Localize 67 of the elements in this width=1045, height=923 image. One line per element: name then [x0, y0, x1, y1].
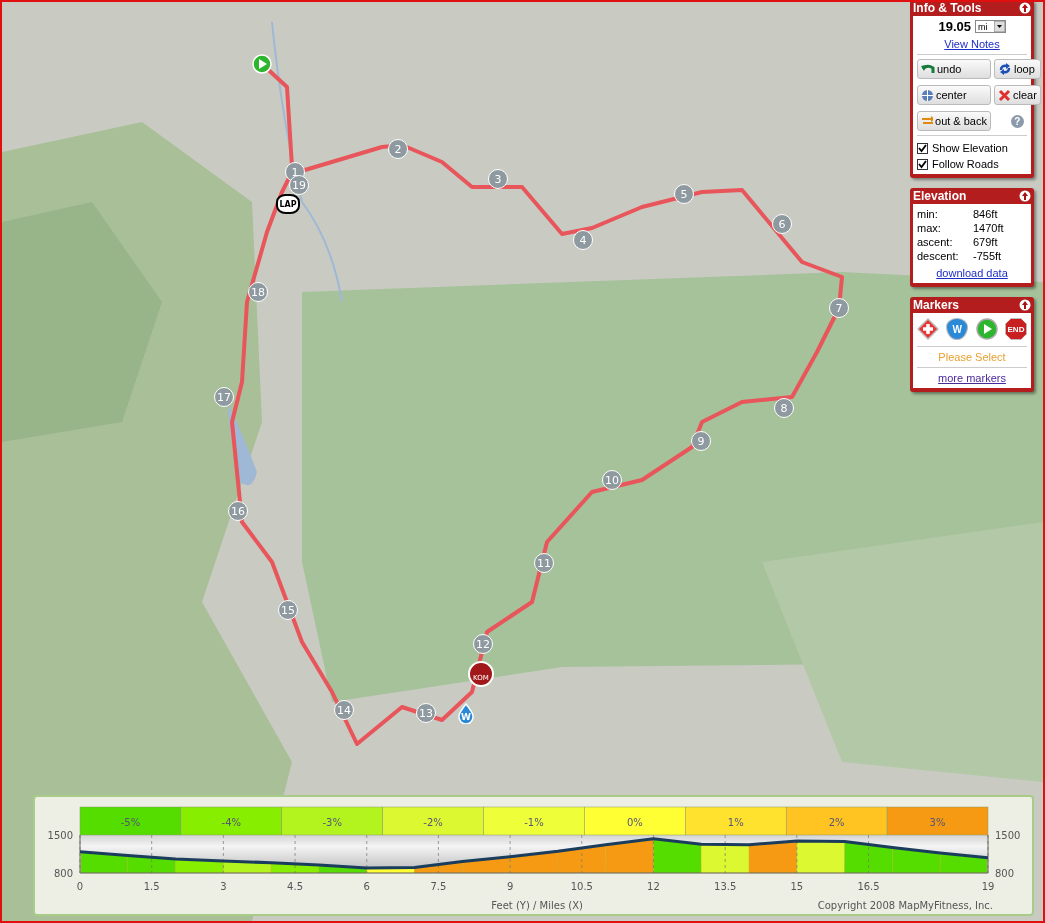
crosshair-icon — [921, 88, 934, 102]
loop-arrows-icon — [998, 63, 1012, 75]
grade-label: -2% — [423, 817, 443, 828]
checkbox[interactable] — [917, 158, 928, 170]
dropdown-caret-icon — [993, 21, 1005, 32]
undo-button[interactable]: undo — [917, 59, 991, 79]
marker-prompt: Please Select — [937, 351, 1007, 363]
x-tick-label: 13.5 — [714, 881, 737, 892]
first-aid-marker-icon[interactable] — [917, 318, 939, 340]
stat-label: max: — [917, 221, 942, 235]
more-markers-link[interactable]: more markers — [917, 372, 1027, 384]
distance-value: 19.05 — [938, 19, 971, 34]
stat-value: 1470ft — [973, 221, 1004, 235]
panel-title: Elevation — [913, 189, 967, 203]
x-icon — [998, 88, 1011, 102]
checkbox-row[interactable]: Show Elevation — [917, 140, 1027, 156]
grade-label: 3% — [929, 817, 946, 828]
y-tick-label: 800 — [995, 868, 1015, 879]
x-tick-label: 4.5 — [287, 881, 303, 892]
grade-label: -1% — [524, 817, 544, 828]
stat-label: ascent: — [917, 235, 954, 249]
x-tick-label: 1.5 — [143, 881, 160, 892]
x-tick-label: 12 — [647, 881, 660, 892]
x-tick-label: 6 — [363, 881, 370, 892]
checkbox[interactable] — [917, 142, 928, 154]
end-marker-button[interactable]: END — [1005, 318, 1027, 340]
x-tick-label: 15 — [790, 881, 804, 892]
x-tick-label: 9 — [506, 881, 514, 892]
lap-marker[interactable]: LAP — [276, 194, 300, 214]
grade-label: 1% — [727, 817, 744, 828]
copyright-text: Copyright 2008 MapMyFitness, Inc. — [817, 900, 993, 911]
x-tick-label: 19 — [981, 881, 995, 892]
y-tick-label: 1500 — [47, 830, 73, 841]
x-tick-label: 0 — [76, 881, 84, 892]
water-marker[interactable]: W — [457, 703, 475, 724]
center-button[interactable]: center — [917, 85, 991, 105]
stat-value: -755ft — [973, 249, 1002, 263]
x-tick-label: 16.5 — [857, 881, 880, 892]
start-marker-icon[interactable] — [975, 318, 998, 340]
grade-label: 2% — [828, 817, 845, 828]
x-tick-label: 3 — [220, 881, 227, 892]
y-tick-label: 800 — [53, 868, 73, 879]
stat-label: descent: — [917, 249, 960, 263]
view-notes-link[interactable]: View Notes — [917, 38, 1027, 50]
x-tick-label: 10.5 — [570, 881, 593, 892]
unit-select[interactable]: mi — [975, 20, 1006, 33]
stat-label: min: — [917, 207, 939, 221]
water-marker-button[interactable]: W — [946, 318, 969, 340]
stat-value: 679ft — [973, 235, 998, 249]
stat-value: 846ft — [973, 207, 998, 221]
panel-title: Info & Tools — [913, 2, 982, 15]
undo-arrow-icon — [921, 63, 935, 75]
clear-button[interactable]: clear — [994, 85, 1041, 105]
axis-title: Feet (Y) / Miles (X) — [491, 900, 583, 911]
out-back-button[interactable]: out & back — [917, 111, 991, 131]
x-tick-label: 7.5 — [430, 881, 447, 892]
download-data-link[interactable]: download data — [917, 267, 1027, 279]
help-icon[interactable]: ? — [1010, 114, 1024, 128]
grade-label: -4% — [221, 817, 242, 828]
grade-label: -3% — [322, 817, 342, 828]
grade-label: 0% — [626, 817, 643, 828]
grade-label: -5% — [120, 817, 141, 828]
loop-button[interactable]: loop — [994, 59, 1041, 79]
panel-title: Markers — [913, 298, 960, 312]
checkbox-row[interactable]: Follow Roads — [917, 156, 1027, 172]
y-tick-label: 1500 — [995, 830, 1021, 841]
two-way-arrows-icon — [921, 116, 933, 126]
